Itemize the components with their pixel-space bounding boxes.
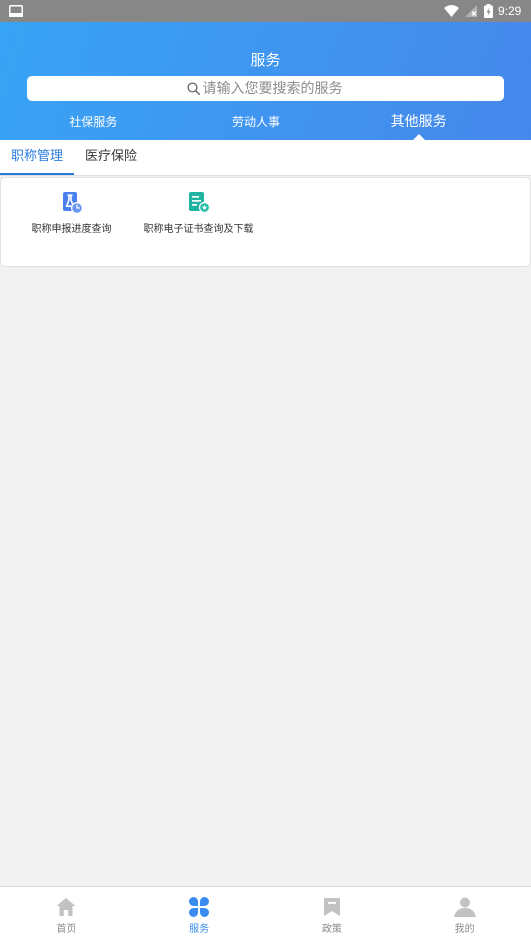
tab-label: 社保服务 [69,115,118,129]
page-title: 服务 [250,51,281,69]
certificate-icon [188,192,210,214]
service-label: 职称电子证书查询及下载 [143,224,254,235]
service-label: 职称申报进度查询 [31,224,112,235]
sub-tab-medical-insurance[interactable]: 医疗保险 [74,140,148,175]
wifi-icon [444,5,459,17]
nav-item-home[interactable]: 首页 [0,887,133,944]
search-input[interactable] [202,77,345,100]
service-item-certificate-download[interactable]: 职称电子证书查询及下载 [135,178,262,266]
services-icon [189,897,210,917]
tab-social-security[interactable]: 社保服务 [12,110,175,134]
battery-charging-icon [484,4,493,18]
nav-item-policy[interactable]: 政策 [266,887,399,944]
nav-label: 我的 [454,924,475,935]
nav-label: 首页 [56,924,77,935]
progress-query-icon [62,192,83,214]
nav-label: 政策 [321,924,342,935]
service-grid: 职称申报进度查询 职称电子证书查询及下载 [0,177,531,267]
service-item-progress-query[interactable]: 职称申报进度查询 [8,178,135,266]
no-sim-signal-icon [465,5,477,17]
search-bar[interactable] [27,76,504,101]
tab-label: 劳动人事 [232,115,281,129]
home-icon [56,898,76,916]
sub-tab-bar: 职称管理 医疗保险 [0,140,531,176]
policy-icon [323,898,340,916]
nav-item-profile[interactable]: 我的 [398,887,531,944]
content-area [0,267,531,886]
category-tabs: 社保服务 劳动人事 其他服务 [12,110,500,140]
tab-labor-personnel[interactable]: 劳动人事 [175,110,338,134]
tab-label: 其他服务 [390,114,447,130]
tab-other-services[interactable]: 其他服务 [337,110,500,140]
nav-label: 服务 [189,924,210,935]
nav-item-services[interactable]: 服务 [133,887,266,944]
status-bar: 9:29 [0,0,531,22]
sub-tab-title-management[interactable]: 职称管理 [0,140,74,175]
search-icon [186,82,200,95]
header: 服务 社保服务 劳动人事 其他服务 [0,22,531,140]
status-time: 9:29 [498,4,522,18]
bottom-nav: 首页 服务 政策 我的 [0,886,531,944]
profile-icon [453,897,476,917]
screen-cast-icon [9,5,23,17]
